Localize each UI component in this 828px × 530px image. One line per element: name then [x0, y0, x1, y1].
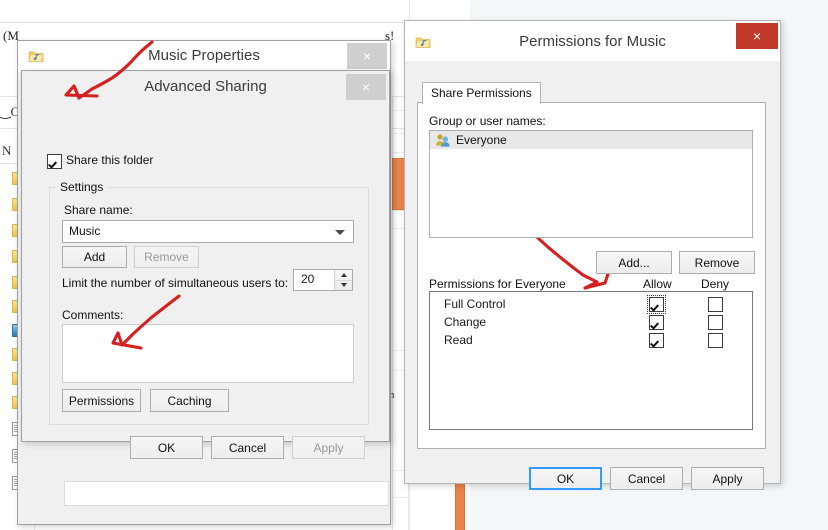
limit-users-value: 20	[301, 270, 314, 290]
remove-share-name-button[interactable]: Remove	[134, 246, 199, 268]
chevron-down-icon	[335, 230, 345, 235]
permissions-grid: Full Control Change Read	[429, 291, 753, 430]
permissions-dialog-body: Share Permissions Group or user names: E…	[405, 61, 780, 483]
settings-groupbox-title: Settings	[56, 180, 107, 194]
share-name-combobox[interactable]: Music	[62, 220, 354, 243]
remove-principal-button[interactable]: Remove	[679, 251, 755, 274]
caching-button[interactable]: Caching	[150, 389, 229, 412]
advanced-sharing-close-button[interactable]: ×	[346, 74, 386, 100]
permissions-cancel-button[interactable]: Cancel	[610, 467, 683, 490]
advanced-sharing-ok-button[interactable]: OK	[130, 436, 203, 459]
properties-description-field[interactable]	[64, 481, 389, 506]
add-share-name-button[interactable]: Add	[62, 246, 127, 268]
column-header-allow: Allow	[643, 277, 672, 291]
share-name-label: Share name:	[64, 203, 133, 217]
tab-share-permissions[interactable]: Share Permissions	[422, 82, 541, 104]
group-or-user-names-listbox[interactable]: Everyone	[429, 130, 753, 238]
deny-checkbox-change[interactable]	[708, 315, 723, 330]
limit-users-label: Limit the number of simultaneous users t…	[62, 276, 288, 290]
permissions-apply-button[interactable]: Apply	[691, 467, 764, 490]
screen-root: (M s! ‿C N th	[0, 0, 828, 530]
advanced-sharing-dialog: Advanced Sharing × Share this folder Set…	[21, 70, 390, 442]
music-properties-titlebar[interactable]: Music Properties ×	[18, 41, 390, 73]
background-text-fragment: N	[2, 143, 11, 159]
group-or-user-names-label: Group or user names:	[429, 114, 546, 128]
advanced-sharing-body: Share this folder Settings Share name: M…	[22, 103, 389, 441]
allow-checkbox-full-control[interactable]	[649, 297, 664, 312]
permissions-for-everyone-label: Permissions for Everyone	[429, 277, 566, 291]
spin-down-icon[interactable]	[335, 280, 352, 290]
music-properties-close-button[interactable]: ×	[347, 43, 387, 69]
advanced-sharing-cancel-button[interactable]: Cancel	[211, 436, 284, 459]
limit-users-stepper[interactable]: 20	[293, 269, 353, 291]
table-row[interactable]: Change	[430, 313, 752, 331]
list-item-label: Everyone	[456, 133, 507, 147]
permissions-for-music-dialog: Permissions for Music × Share Permission…	[404, 20, 781, 484]
deny-checkbox-full-control[interactable]	[708, 297, 723, 312]
permissions-ok-button[interactable]: OK	[529, 467, 602, 490]
share-name-value: Music	[69, 221, 100, 242]
allow-checkbox-read[interactable]	[649, 333, 664, 348]
allow-checkbox-change[interactable]	[649, 315, 664, 330]
permissions-button[interactable]: Permissions	[62, 389, 141, 412]
share-this-folder-checkbox[interactable]	[47, 154, 62, 169]
permissions-dialog-titlebar[interactable]: Permissions for Music ×	[405, 21, 780, 61]
column-header-deny: Deny	[701, 277, 729, 291]
advanced-sharing-apply-button[interactable]: Apply	[292, 436, 365, 459]
advanced-sharing-titlebar[interactable]: Advanced Sharing ×	[22, 71, 389, 104]
orange-highlight-tile	[455, 480, 465, 530]
permissions-dialog-title: Permissions for Music	[405, 21, 780, 63]
table-row[interactable]: Full Control	[430, 295, 752, 313]
people-icon	[435, 133, 451, 147]
permissions-dialog-close-button[interactable]: ×	[736, 23, 778, 49]
music-properties-title: Music Properties	[18, 41, 390, 71]
add-principal-button[interactable]: Add...	[596, 251, 672, 274]
permission-name: Full Control	[444, 295, 505, 313]
list-item[interactable]: Everyone	[430, 131, 752, 149]
share-this-folder-label: Share this folder	[66, 154, 153, 167]
advanced-sharing-title: Advanced Sharing	[22, 71, 389, 103]
deny-checkbox-read[interactable]	[708, 333, 723, 348]
limit-users-spin-buttons[interactable]	[334, 270, 352, 290]
permission-name: Read	[444, 331, 473, 349]
comments-textarea[interactable]	[62, 324, 354, 383]
permission-name: Change	[444, 313, 486, 331]
comments-label: Comments:	[62, 308, 123, 322]
table-row[interactable]: Read	[430, 331, 752, 349]
